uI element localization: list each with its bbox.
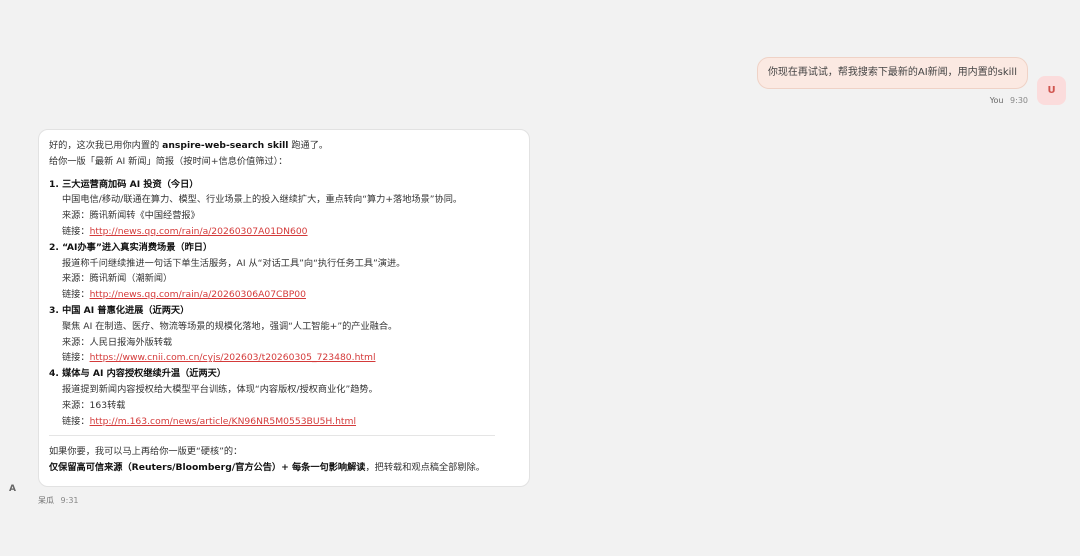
news-item-link[interactable]: http://news.qq.com/rain/a/20260306A07CBP… [90,289,306,300]
user-sender-name: You [989,96,1004,105]
news-item-source: 来源：163转载 [62,399,126,411]
news-item-link-row: 链接：http://news.qq.com/rain/a/20260306A07… [49,287,519,303]
news-item: 1. 三大运营商加码 AI 投资（今日） 中国电信/移动/联通在算力、模型、行业… [49,177,519,240]
footer-line-2: 仅保留高可信来源（Reuters/Bloomberg/官方公告）+ 每条一句影响… [49,460,519,476]
assistant-message-meta: 呆瓜 9:31 [38,495,79,506]
footer-bold-text: 仅保留高可信来源（Reuters/Bloomberg/官方公告）+ 每条一句影响… [49,462,366,474]
news-item-summary: 中国电信/移动/联通在算力、模型、行业场景上的投入继续扩大，重点转向“算力+落地… [62,194,463,206]
user-avatar: U [1037,76,1066,105]
link-label: 链接： [62,289,90,301]
news-item: 3. 中国 AI 普惠化进展（近两天） 聚焦 AI 在制造、医疗、物流等场景的规… [49,303,519,366]
skill-name: anspire-web-search skill [162,140,289,151]
news-item-summary: 报道称千问继续推进一句话下单生活服务，AI 从“对话工具”向“执行任务工具”演进… [62,257,406,269]
news-item-link[interactable]: https://www.cnii.com.cn/cyjs/202603/t202… [90,352,376,363]
assistant-message-bubble: 好的，这次我已用你内置的 anspire-web-search skill 跑通… [38,129,530,487]
news-item-title: 1. 三大运营商加码 AI 投资（今日） [49,178,199,190]
user-message-meta: You 9:30 [990,96,1028,105]
intro-line-2: 给你一版「最新 AI 新闻」简报（按时间+信息价值筛过）： [49,155,288,167]
assistant-sender-name: 呆瓜 [38,496,54,505]
news-item: 4. 媒体与 AI 内容授权继续升温（近两天） 报道提到新闻内容授权给大模型平台… [49,366,519,429]
news-item-source: 来源：腾讯新闻转《中国经营报》 [62,210,200,222]
intro-text-c: 跑通了。 [288,140,329,151]
news-item-summary: 报道提到新闻内容授权给大模型平台训练，体现“内容版权/授权商业化”趋势。 [62,383,378,395]
news-item: 2. “AI办事”进入真实消费场景（昨日） 报道称千问继续推进一句话下单生活服务… [49,240,519,303]
news-item-link[interactable]: http://m.163.com/news/article/KN96NR5M05… [90,416,356,427]
news-item-title: 4. 媒体与 AI 内容授权继续升温（近两天） [49,368,227,380]
footer-rest-text: ，把转载和观点稿全部剔除。 [365,462,485,474]
link-label: 链接： [62,225,90,237]
footer-line-1: 如果你要，我可以马上再给你一版更“硬核”的： [49,446,243,458]
intro-line-1: 好的，这次我已用你内置的 anspire-web-search skill 跑通… [49,138,519,154]
news-item-summary: 聚焦 AI 在制造、医疗、物流等场景的规模化落地，强调“人工智能+”的产业融合。 [62,320,398,332]
link-label: 链接： [62,415,90,427]
news-item-title: 3. 中国 AI 普惠化进展（近两天） [49,304,190,316]
news-item-title: 2. “AI办事”进入真实消费场景（昨日） [49,241,213,253]
news-item-link-row: 链接：https://www.cnii.com.cn/cyjs/202603/t… [49,350,519,366]
intro-text-a: 好的，这次我已用你内置的 [49,140,163,151]
news-item-link-row: 链接：http://news.qq.com/rain/a/20260307A01… [49,224,519,240]
news-item-source: 来源：人民日报海外版转载 [62,336,173,348]
user-message-time: 9:30 [1010,96,1028,105]
assistant-avatar: A [9,484,16,494]
link-label: 链接： [62,352,90,364]
news-item-source: 来源：腾讯新闻（潮新闻） [62,273,173,285]
user-message-bubble: 你现在再试试，帮我搜索下最新的AI新闻，用内置的skill [756,57,1028,89]
chat-page: 你现在再试试，帮我搜索下最新的AI新闻，用内置的skill U You 9:30… [0,0,1080,556]
assistant-message-time: 9:31 [60,496,79,505]
user-message-text: 你现在再试试，帮我搜索下最新的AI新闻，用内置的skill [767,67,1017,78]
news-item-link-row: 链接：http://m.163.com/news/article/KN96NR5… [49,414,519,430]
divider [49,435,495,437]
news-list: 1. 三大运营商加码 AI 投资（今日） 中国电信/移动/联通在算力、模型、行业… [49,177,519,430]
news-item-link[interactable]: http://news.qq.com/rain/a/20260307A01DN6… [90,226,308,237]
